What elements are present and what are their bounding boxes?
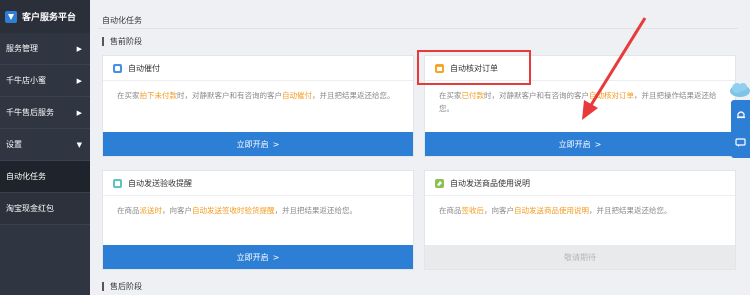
bell-icon[interactable] bbox=[736, 110, 746, 120]
cloud-icon[interactable] bbox=[729, 80, 750, 98]
floating-toolbar bbox=[731, 100, 750, 158]
annotation-arrow bbox=[582, 17, 647, 120]
chat-icon[interactable] bbox=[735, 138, 746, 148]
